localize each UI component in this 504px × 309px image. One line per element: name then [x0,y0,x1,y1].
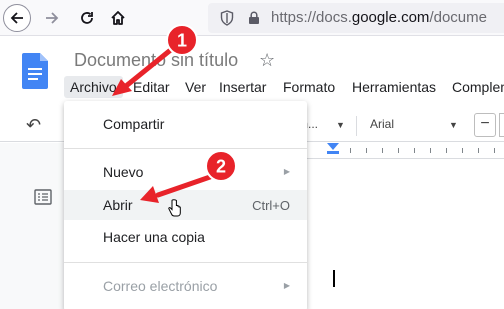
menu-archivo[interactable]: Archivo [64,76,123,98]
font-caret-icon[interactable]: ▼ [449,120,458,130]
menu-item-label: Compartir [103,116,165,132]
menu-editar[interactable]: Editar [127,76,176,98]
menu-item-nuevo[interactable]: Nuevo ▶ [64,157,307,187]
menu-herramientas[interactable]: Herramientas [346,76,442,98]
forward-arrow-icon [46,12,59,24]
shield-icon[interactable] [220,10,234,26]
shortcut-text: Ctrl+O [252,198,290,213]
toolbar-divider [356,116,357,136]
address-bar[interactable]: https://docs.google.com/docume [208,3,504,33]
menu-divider [64,148,307,149]
font-select[interactable]: Arial [370,117,394,131]
menu-item-compartir[interactable]: Compartir [64,109,307,139]
indent-bar[interactable] [327,151,339,154]
ruler-tick [494,148,495,153]
menu-item-label: Nuevo [103,164,144,180]
ruler-tick [462,148,463,153]
menu-formato[interactable]: Formato [277,76,341,98]
ruler-tick [382,148,383,153]
url-text: https://docs.google.com/docume [271,9,487,26]
menu-item-correo: Correo electrónico ▶ [64,271,307,301]
document-title[interactable]: Documento sin título [74,50,238,71]
forward-button[interactable] [38,4,66,32]
ruler-tick [350,148,351,153]
menu-divider [64,262,307,263]
style-caret-icon[interactable]: ▼ [336,120,345,130]
ruler-tick [366,148,367,153]
document-outline-icon[interactable] [34,189,52,205]
browser-toolbar: https://docs.google.com/docume [0,0,504,36]
file-menu-dropdown: Compartir Nuevo ▶ Abrir Ctrl+O Hacer una… [64,101,307,309]
hand-pointer-icon [168,199,181,217]
ruler-tick [446,148,447,153]
menu-item-label: Abrir [103,197,133,213]
menu-complementos[interactable]: Complem [446,76,504,98]
ruler-tick [414,148,415,153]
google-docs-logo-icon[interactable] [22,53,48,89]
back-arrow-icon [10,12,23,24]
submenu-arrow-icon: ▶ [283,281,290,290]
submenu-arrow-icon: ▶ [283,167,290,176]
document-page[interactable] [305,159,504,309]
menu-ver[interactable]: Ver [179,76,212,98]
decrease-font-size-button[interactable]: − [474,113,496,137]
home-button[interactable] [104,4,132,32]
ruler[interactable] [305,143,504,159]
font-size-field[interactable] [499,113,504,137]
menu-item-label: Correo electrónico [103,278,218,294]
indent-marker-icon[interactable] [327,143,339,150]
menu-insertar[interactable]: Insertar [213,76,272,98]
home-icon [111,11,125,25]
ruler-tick [430,148,431,153]
back-button[interactable] [3,4,31,32]
ruler-tick [478,148,479,153]
menu-item-label: Hacer una copia [103,229,205,245]
reload-icon [81,12,93,24]
text-cursor [333,270,335,287]
menu-item-hacer-copia[interactable]: Hacer una copia [64,222,307,252]
star-icon[interactable]: ☆ [259,50,275,71]
undo-icon[interactable]: ↶ [26,115,41,136]
lock-icon[interactable] [248,11,260,25]
ruler-tick [398,148,399,153]
menu-item-abrir[interactable]: Abrir Ctrl+O [64,190,307,220]
reload-button[interactable] [73,4,101,32]
